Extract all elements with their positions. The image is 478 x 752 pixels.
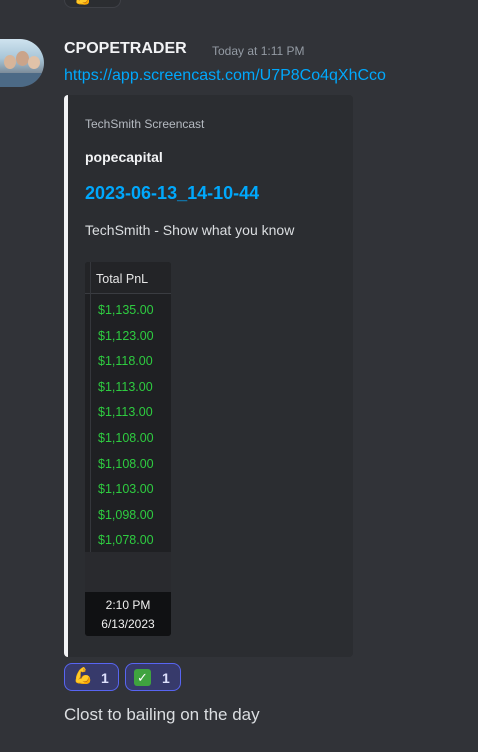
- avatar-face: [4, 55, 16, 69]
- pnl-value: $1,098.00: [98, 507, 154, 522]
- pnl-value: $1,113.00: [98, 379, 153, 394]
- message-link[interactable]: https://app.screencast.com/U7P8Co4qXhCco: [64, 67, 386, 85]
- username[interactable]: CPOPETRADER: [64, 40, 187, 58]
- embed-description: TechSmith - Show what you know: [85, 222, 295, 238]
- avatar-face: [28, 56, 40, 69]
- check-mark-icon: ✓: [134, 669, 151, 686]
- embed-title-link[interactable]: 2023-06-13_14-10-44: [85, 183, 259, 204]
- reaction-count: 1: [101, 670, 109, 686]
- pnl-value: $1,123.00: [98, 328, 154, 343]
- previous-message-reaction[interactable]: 💪: [64, 0, 121, 8]
- message-text: Clost to bailing on the day: [64, 705, 260, 724]
- reaction-count: 1: [162, 670, 170, 686]
- empty-area: [85, 552, 171, 592]
- clock-time: 2:10 PM: [105, 598, 151, 612]
- reaction-check-mark[interactable]: ✓ 1: [125, 663, 181, 691]
- clock-date: 6/13/2023: [101, 617, 155, 631]
- pnl-value: $1,108.00: [98, 430, 154, 445]
- avatar-face: [16, 51, 29, 66]
- avatar[interactable]: [0, 39, 44, 87]
- embed-author: popecapital: [85, 149, 163, 165]
- message-timestamp: Today at 1:11 PM: [212, 44, 305, 58]
- pnl-header-label: Total PnL: [96, 272, 149, 286]
- taskbar-clock: 2:10 PM 6/13/2023: [85, 592, 171, 636]
- embed-provider: TechSmith Screencast: [85, 117, 205, 131]
- flexed-biceps-icon: 💪: [74, 0, 91, 5]
- embed-thumbnail[interactable]: Total PnL $1,135.00 $1,123.00 $1,118.00 …: [85, 262, 171, 636]
- flexed-biceps-icon: 💪: [73, 668, 93, 685]
- pnl-value: $1,118.00: [98, 354, 153, 369]
- pnl-column-header: Total PnL: [85, 262, 171, 294]
- reaction-flexed-biceps[interactable]: 💪 1: [64, 663, 119, 691]
- pnl-values-list: $1,135.00 $1,123.00 $1,118.00 $1,113.00 …: [85, 298, 171, 554]
- pnl-value: $1,113.00: [98, 405, 153, 420]
- pnl-value: $1,078.00: [98, 533, 154, 548]
- link-embed: TechSmith Screencast popecapital 2023-06…: [64, 95, 353, 657]
- pnl-value: $1,103.00: [98, 482, 154, 497]
- pnl-value: $1,135.00: [98, 303, 154, 317]
- avatar-background: [0, 73, 44, 87]
- pnl-value: $1,108.00: [98, 456, 154, 471]
